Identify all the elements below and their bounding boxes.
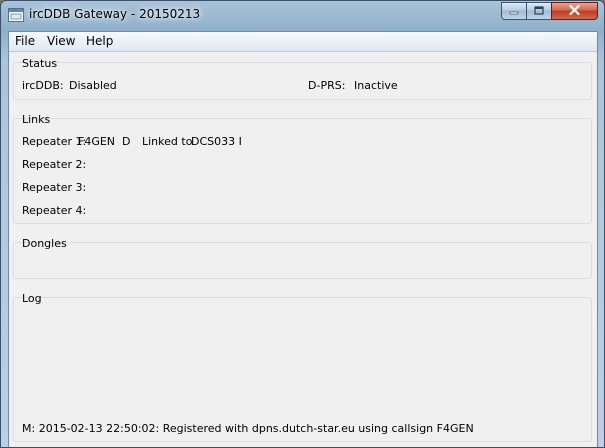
repeater-1-callsign: F4GEN D [78,135,131,148]
menu-help[interactable]: Help [84,34,115,48]
menu-file[interactable]: File [13,34,37,48]
repeater-4-label: Repeater 4: [22,204,87,217]
log-line: M: 2015-02-13 22:50:02: Registered with … [22,422,474,435]
repeater-3-label: Repeater 3: [22,181,87,194]
dongles-group-label: Dongles [22,237,67,250]
window-title: ircDDB Gateway - 20150213 [29,7,201,21]
status-group: Status ircDDB: Disabled D-PRS: Inactive [13,57,592,100]
dprs-label: D-PRS: [308,79,346,92]
repeater-1-link-status: Linked to [142,135,193,148]
title-bar[interactable]: ircDDB Gateway - 20150213 [1,1,604,31]
repeater-1-label: Repeater 1: [22,135,87,148]
client-area: File View Help Status ircDDB: Disabled D… [8,31,598,447]
maximize-icon [534,5,544,18]
minimize-button[interactable] [501,2,527,20]
log-group-label: Log [22,292,42,305]
close-button[interactable] [551,2,598,20]
repeater-2-label: Repeater 2: [22,158,87,171]
minimize-icon [509,5,519,18]
status-group-label: Status [22,57,58,70]
repeater-1-reflector: DCS033 I [191,135,242,148]
app-icon [8,8,24,22]
log-group: Log M: 2015-02-13 22:50:02: Registered w… [13,292,592,442]
links-group-label: Links [22,113,51,126]
links-group: Links Repeater 1: F4GEN D Linked to DCS0… [13,113,592,224]
menu-view[interactable]: View [45,34,77,48]
menu-bar: File View Help [9,32,597,52]
dongles-group: Dongles [13,237,592,279]
maximize-button[interactable] [526,2,552,20]
app-window: ircDDB Gateway - 20150213 File View Help… [0,0,605,448]
close-icon [569,4,580,18]
ircddb-label: ircDDB: [22,79,64,92]
dprs-status: Inactive [354,79,398,92]
ircddb-status: Disabled [69,79,117,92]
